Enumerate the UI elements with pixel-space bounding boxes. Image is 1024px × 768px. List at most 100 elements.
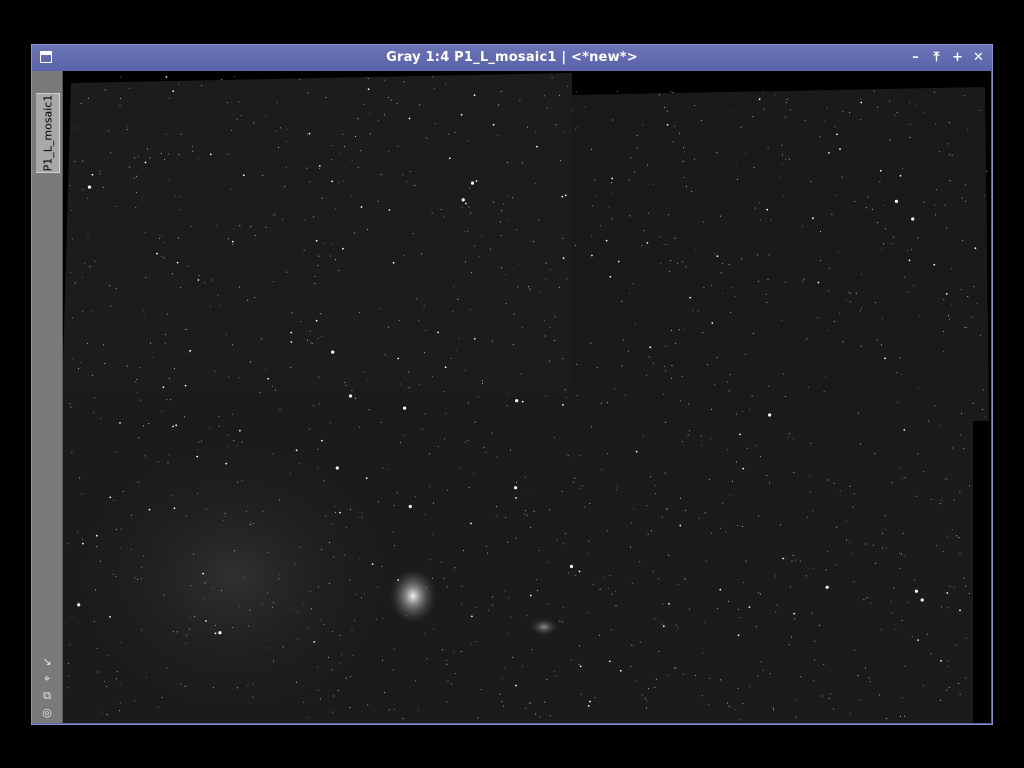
minimize-button[interactable]: –: [908, 50, 923, 65]
target-icon[interactable]: ◎: [41, 706, 54, 719]
star: [974, 247, 977, 250]
star: [432, 76, 434, 78]
star: [881, 344, 883, 346]
star: [580, 693, 582, 695]
image-window[interactable]: Gray 1:4 P1_L_mosaic1 | <*new*> – ⤒ + ✕ …: [31, 44, 993, 725]
star: [703, 221, 705, 223]
star: [606, 402, 608, 404]
close-button[interactable]: ✕: [971, 50, 986, 65]
star: [175, 424, 178, 427]
star: [441, 649, 443, 651]
star: [671, 330, 672, 331]
star: [868, 677, 870, 679]
star: [349, 676, 351, 678]
star: [310, 342, 312, 344]
star: [450, 357, 452, 359]
star: [856, 292, 857, 294]
star: [612, 119, 614, 121]
star: [272, 385, 274, 387]
star: [675, 343, 676, 345]
star: [254, 235, 256, 237]
star: [499, 221, 501, 223]
star: [939, 151, 940, 153]
star: [746, 447, 748, 449]
star: [341, 653, 343, 655]
star: [951, 268, 952, 270]
star: [824, 120, 826, 122]
star: [293, 607, 295, 609]
star: [547, 603, 549, 605]
view-tab[interactable]: P1_L_mosaic1: [36, 93, 60, 173]
mosaic-image[interactable]: [63, 71, 991, 723]
star: [714, 383, 716, 385]
star: [587, 612, 589, 614]
star: [684, 577, 686, 579]
title-bar[interactable]: Gray 1:4 P1_L_mosaic1 | <*new*> – ⤒ + ✕: [32, 45, 992, 71]
star: [382, 617, 384, 619]
star: [239, 429, 241, 432]
maximize-button[interactable]: +: [950, 50, 965, 65]
star: [367, 88, 370, 91]
star: [928, 420, 930, 422]
star: [247, 299, 249, 301]
star: [770, 219, 772, 221]
star: [247, 685, 249, 687]
star: [904, 665, 906, 667]
star: [492, 201, 494, 203]
star: [866, 597, 868, 599]
star: [464, 370, 466, 371]
star: [508, 597, 510, 599]
star: [280, 127, 281, 129]
star: [388, 468, 390, 470]
star: [734, 296, 736, 297]
star: [814, 640, 816, 642]
star: [600, 468, 602, 470]
star: [103, 344, 104, 346]
star: [480, 236, 482, 237]
star: [635, 450, 638, 453]
star: [186, 634, 188, 636]
star: [820, 231, 821, 232]
star: [454, 673, 456, 674]
star: [225, 462, 228, 465]
star: [874, 302, 876, 304]
star: [575, 128, 577, 130]
star: [901, 477, 903, 479]
star: [238, 606, 240, 608]
star: [578, 455, 580, 457]
star: [703, 286, 705, 288]
star: [300, 321, 302, 323]
star: [785, 101, 787, 103]
star: [453, 651, 455, 653]
star: [617, 260, 620, 263]
star: [164, 334, 166, 335]
star: [895, 628, 897, 630]
star: [371, 563, 374, 565]
crosshair-icon[interactable]: ⌖: [41, 672, 54, 685]
clone-icon[interactable]: ⧉: [41, 689, 54, 702]
image-canvas[interactable]: [63, 71, 991, 723]
star: [481, 382, 483, 384]
star: [475, 641, 477, 643]
star: [537, 590, 539, 592]
star: [900, 716, 901, 718]
star: [461, 585, 463, 587]
star: [946, 592, 949, 594]
shade-button[interactable]: ⤒: [929, 50, 944, 65]
star: [501, 677, 503, 679]
star: [82, 542, 84, 545]
star: [630, 157, 632, 159]
star: [140, 399, 142, 401]
star: [408, 387, 410, 389]
zoom-fit-icon[interactable]: ↘: [41, 655, 54, 668]
star: [607, 453, 609, 455]
star: [232, 344, 234, 346]
star: [646, 242, 649, 244]
star: [834, 126, 836, 128]
star: [726, 449, 728, 451]
star: [802, 225, 803, 227]
star: [982, 389, 984, 391]
star: [319, 168, 321, 169]
star: [589, 503, 591, 504]
star: [315, 319, 318, 322]
